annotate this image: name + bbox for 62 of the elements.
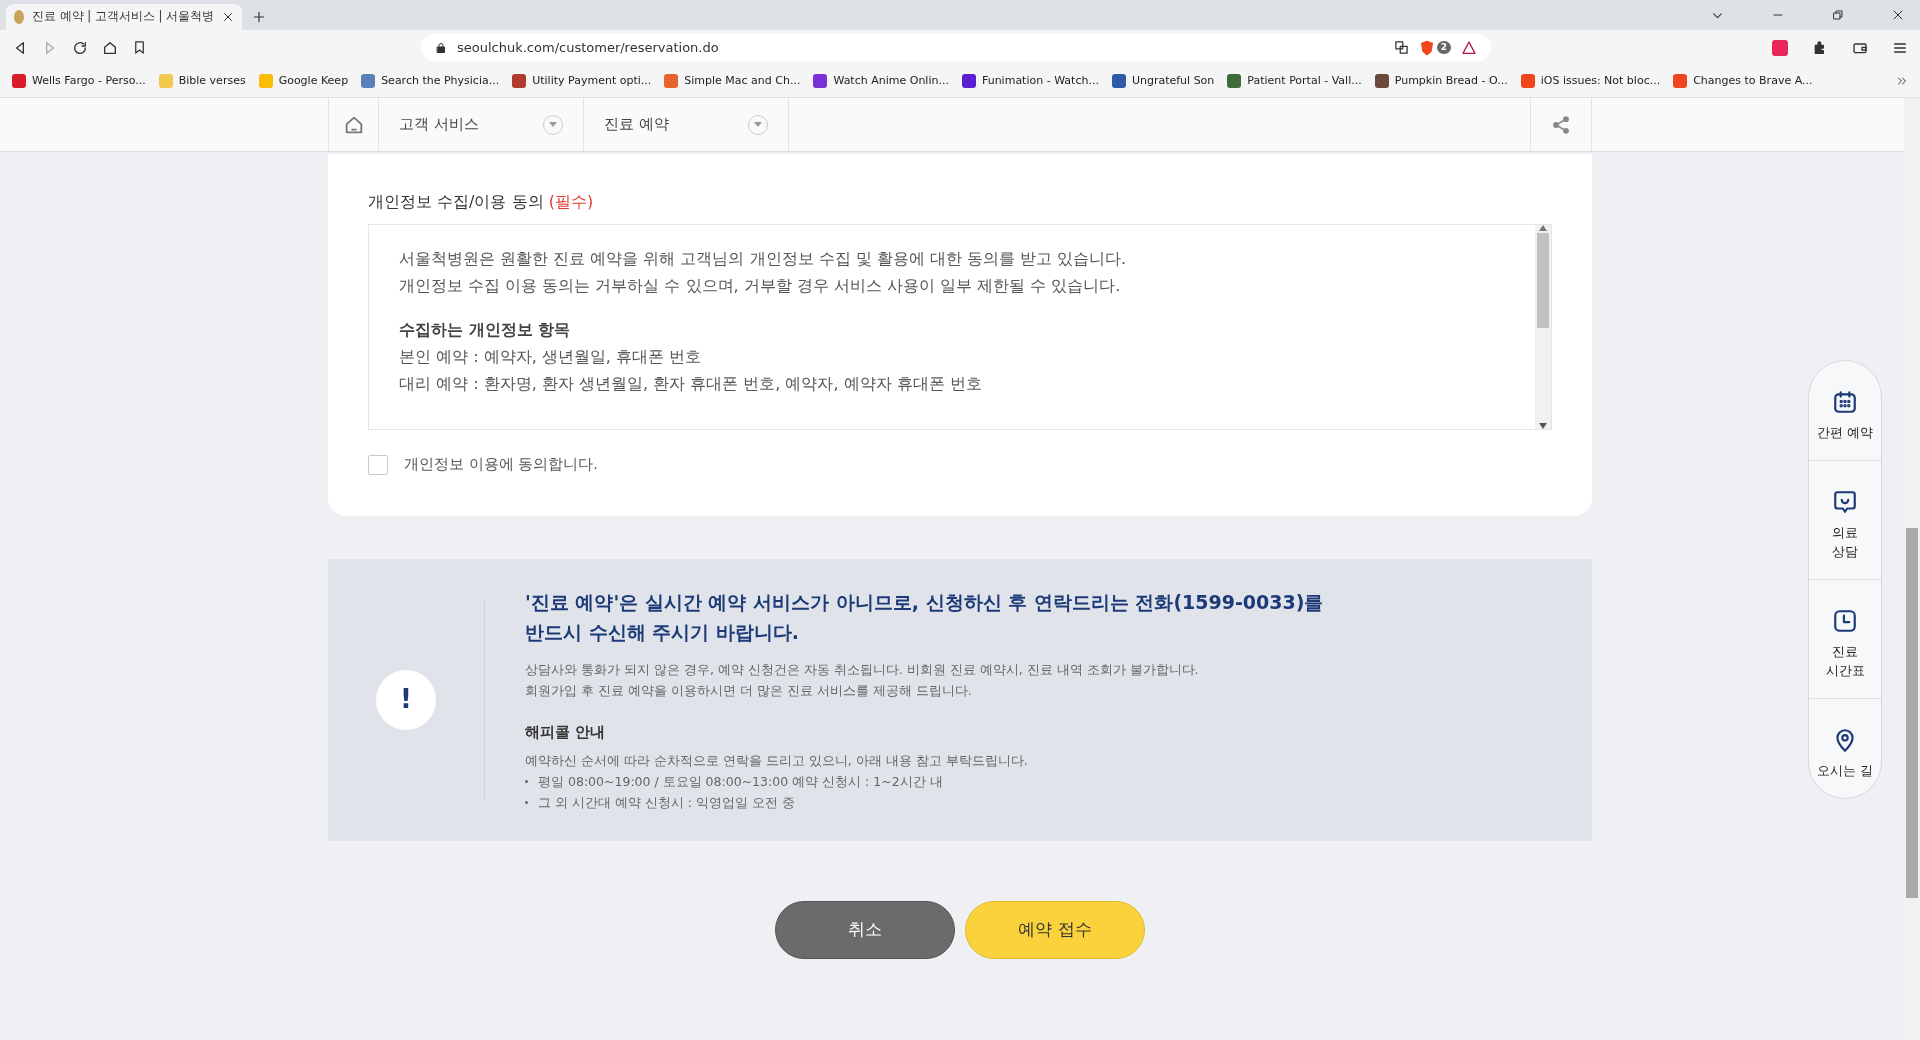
triangle-icon[interactable]	[1461, 39, 1477, 56]
terms-text: 서울척병원은 원활한 진료 예약을 위해 고객님의 개인정보 수집 및 활용에 대한 동의를 받고 있습니다.	[399, 248, 1128, 270]
bookmark[interactable]: Google Keep	[258, 72, 349, 90]
quick-menu-item[interactable]: 오시는 길	[1809, 699, 1881, 798]
section-title: 개인정보 수집/이용 동의 (필수)	[368, 191, 595, 213]
exclamation-badge: !	[376, 669, 436, 730]
reload-icon[interactable]	[72, 39, 88, 56]
terms-text-box[interactable]: 서울척병원은 원활한 진료 예약을 위해 고객님의 개인정보 수집 및 활용에 대한 동의를 받고 있습니다. 개인정보 수집 이용 동의는 거부하실 수 있으며, 거부할 경우 서비스 사용이 일부 제한될 수 있습니다. 수집하는 개인정보 항목 본인 예약 : 예약자, 생년월일, 휴대폰 번호 대리 예약 : 환자명, 환자 생년월일, 환자 휴대폰 번호, 예약자, 예약자 휴대폰 번호	[368, 224, 1552, 430]
terms-text: 개인정보 수집 이용 동의는 거부하실 수 있으며, 거부할 경우 서비스 사용이 일부 제한될 수 있습니다.	[399, 275, 1122, 297]
notice-headline: '진료 예약'은 실시간 예약 서비스가 아니므로, 신청하신 후 연락드리는 전화(1599-0033)를 반드시 수신해 주시기 바랍니다.	[525, 590, 1324, 645]
terms-heading: 수집하는 개인정보 항목	[399, 319, 572, 341]
quick-menu-item[interactable]: 의료 상담	[1809, 461, 1881, 580]
clock-icon	[1832, 608, 1858, 634]
notice-description: 상담사와 통화가 되지 않은 경우, 예약 신청건은 자동 취소됩니다. 비회원 진료 예약시, 진료 내역 조회가 불가합니다. 회원가입 후 진료 예약을 이용하시면 더 많은 진료 서비스를 제공해 드립니다.	[525, 661, 1200, 700]
address-bar[interactable]: seoulchuk.com/customer/reservation.do 2	[421, 34, 1491, 61]
bookmark[interactable]: Patient Portal - Vall...	[1227, 72, 1362, 90]
terms-text: 본인 예약 : 예약자, 생년월일, 휴대폰 번호	[399, 346, 703, 368]
bookmark[interactable]: Funimation - Watch...	[961, 72, 1099, 90]
translate-icon[interactable]	[1393, 40, 1409, 55]
bookmark-icon[interactable]	[132, 40, 147, 55]
site-favicon	[14, 10, 24, 24]
calendar-icon	[1832, 389, 1858, 415]
bullet-text: 그 외 시간대 예약 신청시 : 익영업일 오전 중	[538, 793, 795, 812]
scrollbar[interactable]	[1535, 225, 1551, 429]
bookmark[interactable]: Bible verses	[158, 72, 246, 90]
bookmark[interactable]: Changes to Brave A...	[1673, 72, 1813, 90]
bullet-text: 평일 08:00~19:00 / 토요일 08:00~13:00 예약 신청시 : 1~2시간 내	[538, 772, 943, 791]
breadcrumb-dropdown[interactable]: 고객 서비스	[379, 98, 584, 151]
bookmark[interactable]: Simple Mac and Ch...	[664, 72, 801, 90]
close-icon[interactable]	[222, 11, 234, 23]
url-text: seoulchuk.com/customer/reservation.do	[457, 38, 720, 57]
scroll-down-icon[interactable]	[1539, 423, 1547, 429]
bookmark[interactable]: Search the Physicia...	[361, 72, 500, 90]
bookmark[interactable]: Watch Anime Onlin...	[813, 72, 949, 90]
shields-button[interactable]: 2	[1418, 39, 1451, 56]
plus-icon[interactable]	[252, 10, 266, 24]
browser-tab[interactable]: 진료 예약 | 고객서비스 | 서울척병	[6, 4, 242, 30]
terms-text: 대리 예약 : 환자명, 환자 생년월일, 환자 휴대폰 번호, 예약자, 예약자 휴대폰 번호	[399, 373, 983, 395]
consent-checkbox[interactable]: 개인정보 이용에 동의합니다.	[368, 454, 598, 476]
quick-menu-item[interactable]: 간편 예약	[1809, 361, 1881, 461]
bookmark[interactable]: Wells Fargo - Perso...	[12, 72, 146, 90]
double-chevron-icon[interactable]	[1896, 75, 1908, 87]
notice-subheading: 해피콜 안내	[525, 722, 607, 743]
home-icon[interactable]	[102, 39, 118, 56]
close-icon[interactable]	[1892, 9, 1904, 21]
count-badge: 2	[1436, 41, 1451, 54]
quick-menu-item[interactable]: 진료 시간표	[1809, 580, 1881, 699]
breadcrumb-dropdown[interactable]: 진료 예약	[584, 98, 789, 151]
scroll-up-icon[interactable]	[1539, 225, 1547, 231]
submit-button[interactable]: 예약 접수	[965, 900, 1145, 959]
bookmark[interactable]: Utility Payment opti...	[512, 72, 652, 90]
bookmark[interactable]: iOS issues: Not bloc...	[1520, 72, 1661, 90]
bullet-icon	[525, 800, 528, 804]
cancel-button[interactable]: 취소	[775, 900, 955, 959]
bookmark[interactable]: Ungrateful Son	[1111, 72, 1215, 90]
notice-text: 예약하신 순서에 따라 순차적으로 연락을 드리고 있으니, 아래 내용 참고 부탁드립니다.	[525, 751, 1029, 770]
lock-icon	[435, 41, 447, 54]
bookmark[interactable]: Pumpkin Bread - O...	[1374, 72, 1508, 90]
bullet-icon	[525, 779, 528, 783]
share-icon	[1551, 114, 1571, 135]
speech-bubble-icon	[1832, 489, 1858, 515]
restore-icon[interactable]	[1832, 9, 1844, 21]
